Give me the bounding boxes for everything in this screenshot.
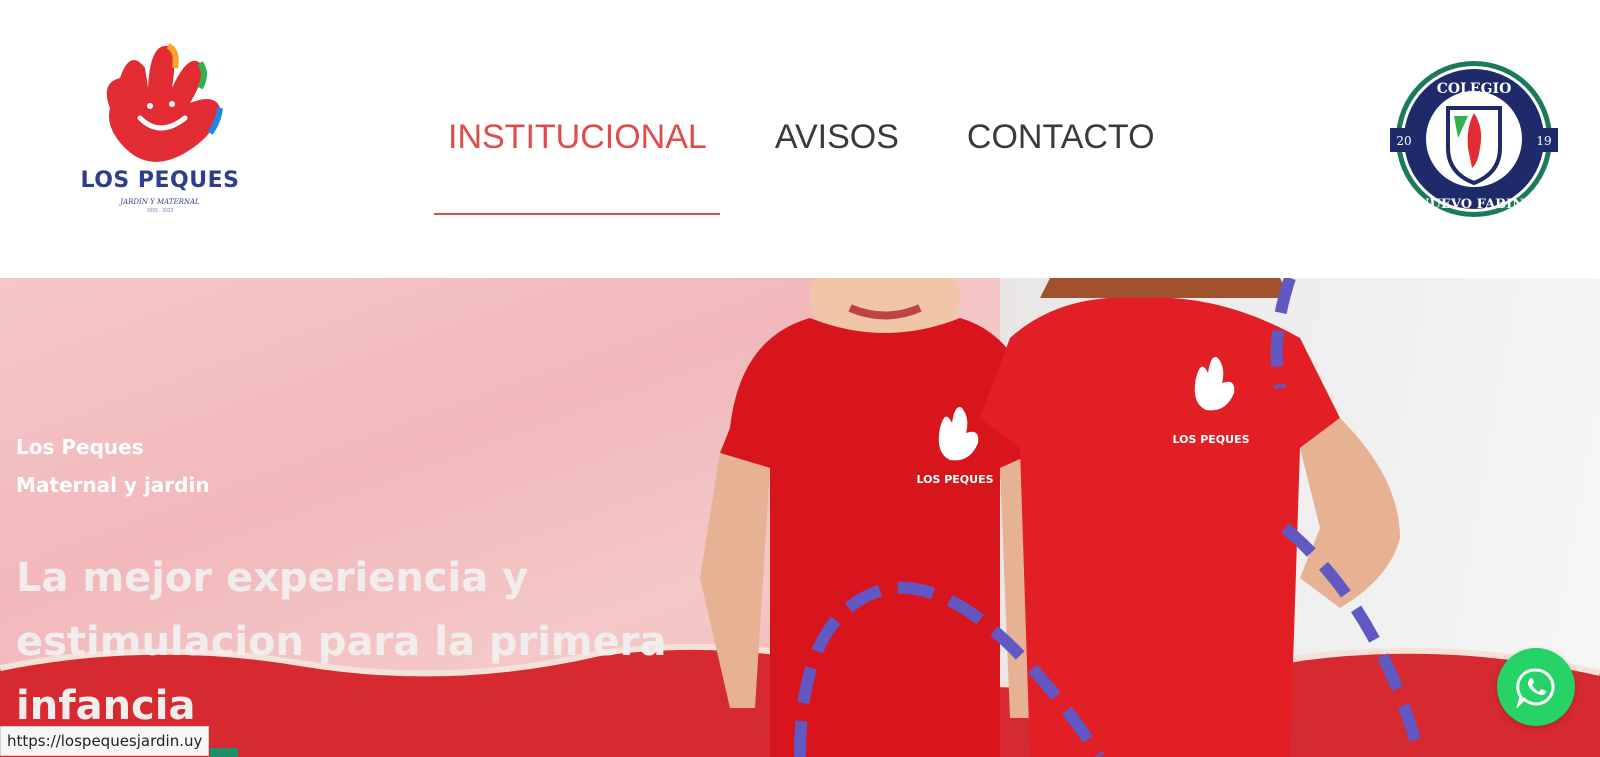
hand-logo-icon	[106, 43, 223, 162]
children-photo: LOS PEQUES LOS PEQUES	[700, 278, 1426, 757]
site-header: LOS PEQUES JARDIN Y MATERNAL 1993 · 2023…	[0, 0, 1600, 278]
status-bar-url: https://lospequesjardin.uy	[0, 726, 210, 756]
hero-brand-text: Los Peques Maternal y jardin	[16, 428, 210, 504]
shirt-print-right: LOS PEQUES	[1172, 433, 1249, 446]
nav-item-institucional[interactable]: INSTITUCIONAL	[434, 110, 721, 170]
seal-bottom-text: NUEVO FABINI	[1418, 197, 1530, 212]
shirt-print-left: LOS PEQUES	[916, 473, 993, 486]
logo-subtitle: JARDIN Y MATERNAL	[120, 198, 200, 206]
whatsapp-button[interactable]	[1497, 648, 1575, 726]
logo-years: 1993 · 2023	[146, 208, 174, 214]
school-crest-icon[interactable]: COLEGIO NUEVO FABINI 20 19	[1388, 58, 1560, 220]
seal-year-right: 19	[1536, 134, 1551, 148]
main-nav: INSTITUCIONAL AVISOS CONTACTO	[434, 110, 1209, 170]
nav-item-contacto[interactable]: CONTACTO	[953, 110, 1169, 170]
logo-brand-text: LOS PEQUES	[80, 168, 240, 193]
seal-top-text: COLEGIO	[1437, 81, 1512, 97]
hero-banner: LOS PEQUES LOS PEQUES Los Peques Materna…	[0, 278, 1600, 757]
footer-accent-strip	[210, 748, 238, 757]
hero-headline: La mejor experiencia y estimulacion para…	[16, 555, 667, 729]
nav-item-avisos[interactable]: AVISOS	[761, 110, 913, 170]
site-logo[interactable]: LOS PEQUES JARDIN Y MATERNAL 1993 · 2023	[80, 38, 240, 218]
hero-brand-line1: Los Peques	[16, 435, 144, 459]
whatsapp-icon	[1516, 668, 1555, 708]
seal-year-left: 20	[1396, 134, 1411, 148]
active-nav-underline	[434, 213, 720, 215]
hero-brand-line2: Maternal y jardin	[16, 473, 210, 497]
